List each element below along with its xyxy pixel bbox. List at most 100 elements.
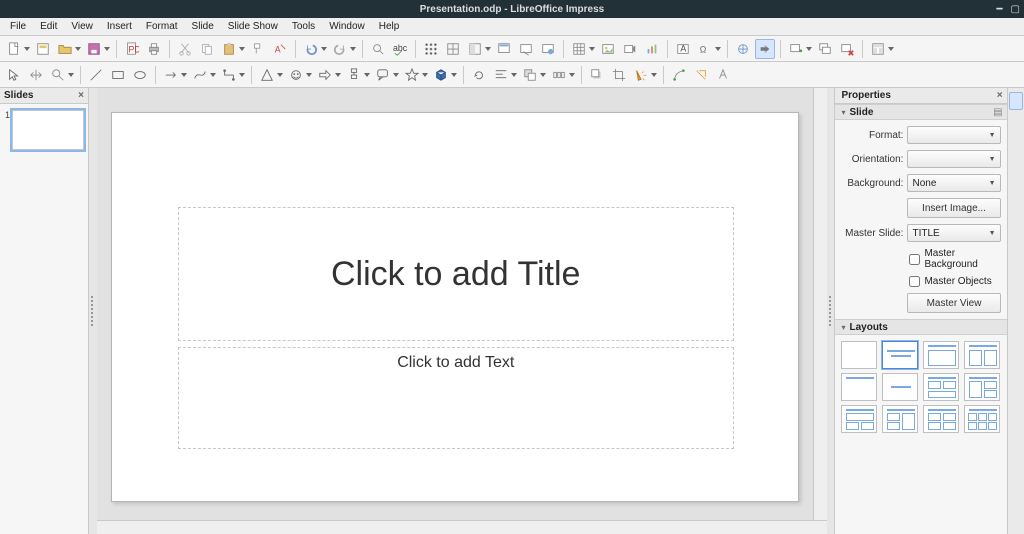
flowchart-dropdown[interactable] [363,65,371,85]
slides-panel-close-icon[interactable]: × [78,88,84,103]
save-dropdown[interactable] [103,39,111,59]
new-doc-dropdown[interactable] [23,39,31,59]
duplicate-slide-icon[interactable] [815,39,835,59]
shadow-icon[interactable] [587,65,607,85]
clone-format-icon[interactable] [248,39,268,59]
menu-slideshow[interactable]: Slide Show [222,20,284,33]
insert-table-dropdown[interactable] [588,39,596,59]
start-current-icon[interactable] [538,39,558,59]
zoom-dropdown[interactable] [67,65,75,85]
find-icon[interactable] [368,39,388,59]
undo-icon[interactable] [301,39,321,59]
copy-icon[interactable] [197,39,217,59]
new-doc-icon[interactable] [4,39,24,59]
curve-dropdown[interactable] [209,65,217,85]
horizontal-scrollbar[interactable] [97,520,827,534]
master-background-checkbox[interactable]: Master Background [841,248,1000,270]
export-pdf-icon[interactable]: PDF [122,39,142,59]
star-dropdown[interactable] [421,65,429,85]
arrowline-dropdown[interactable] [180,65,188,85]
slides-panel-resize-handle[interactable] [89,88,97,534]
section-layouts-header[interactable]: ▾ Layouts [835,319,1006,335]
curve-icon[interactable] [190,65,210,85]
display-views-dropdown[interactable] [484,39,492,59]
arrowline-icon[interactable] [161,65,181,85]
symbol-shapes-dropdown[interactable] [305,65,313,85]
insert-image-button[interactable]: Insert Image... [907,198,1000,218]
master-slide-select[interactable]: TITLE▼ [907,224,1000,242]
menu-edit[interactable]: Edit [34,20,63,33]
distribute-dropdown[interactable] [568,65,576,85]
slide-thumb-1[interactable]: 1 [4,110,84,150]
star-icon[interactable] [402,65,422,85]
slide[interactable]: Click to add Title Click to add Text [111,112,799,502]
arrange-dropdown[interactable] [539,65,547,85]
distribute-icon[interactable] [549,65,569,85]
start-first-icon[interactable] [516,39,536,59]
layout-6[interactable] [964,405,1000,433]
master-view-button[interactable]: Master View [907,293,1000,313]
slide-layout-dropdown[interactable] [887,39,895,59]
filter-dropdown[interactable] [650,65,658,85]
slide-layout-icon[interactable] [868,39,888,59]
menu-format[interactable]: Format [140,20,184,33]
ellipse-icon[interactable] [130,65,150,85]
line-icon[interactable] [86,65,106,85]
properties-close-icon[interactable]: × [997,90,1003,101]
extrusion-icon[interactable] [713,65,733,85]
layout-2-1[interactable] [882,405,918,433]
paste-icon[interactable] [219,39,239,59]
slides-thumbnails[interactable]: 1 [0,104,88,534]
delete-slide-icon[interactable] [837,39,857,59]
show-draw-icon[interactable] [691,65,711,85]
layout-blank[interactable] [841,341,877,369]
callout-icon[interactable] [373,65,393,85]
layout-title[interactable] [882,341,918,369]
align-dropdown[interactable] [510,65,518,85]
format-select[interactable]: ▼ [907,126,1000,144]
insert-hyperlink-icon[interactable] [733,39,753,59]
layout-4[interactable] [923,405,959,433]
arrange-icon[interactable] [520,65,540,85]
menu-slide[interactable]: Slide [186,20,220,33]
display-views-icon[interactable] [465,39,485,59]
insert-image-icon[interactable] [598,39,618,59]
connector-dropdown[interactable] [238,65,246,85]
clear-format-icon[interactable]: A [270,39,290,59]
3d-icon[interactable] [431,65,451,85]
block-arrows-icon[interactable] [315,65,335,85]
menu-tools[interactable]: Tools [286,20,321,33]
rotate-icon[interactable] [469,65,489,85]
menu-view[interactable]: View [65,20,99,33]
window-minimize-button[interactable]: ━ [997,4,1003,15]
layout-centered[interactable] [882,373,918,401]
menu-insert[interactable]: Insert [101,20,138,33]
connector-icon[interactable] [219,65,239,85]
paste-dropdown[interactable] [238,39,246,59]
menu-help[interactable]: Help [373,20,406,33]
flowchart-icon[interactable] [344,65,364,85]
section-more-icon[interactable]: ▤ [993,107,1002,118]
align-icon[interactable] [491,65,511,85]
insert-table-icon[interactable] [569,39,589,59]
insert-chart-icon[interactable] [642,39,662,59]
pan-icon[interactable] [26,65,46,85]
crop-icon[interactable] [609,65,629,85]
insert-textbox-icon[interactable]: A [673,39,693,59]
spellcheck-icon[interactable]: abc [390,39,410,59]
background-select[interactable]: None▼ [907,174,1000,192]
section-slide-header[interactable]: ▾ Slide ▤ [835,104,1006,120]
rect-icon[interactable] [108,65,128,85]
vertical-scrollbar[interactable] [813,88,827,520]
master-objects-checkbox[interactable]: Master Objects [841,276,1000,287]
display-grid-icon[interactable] [421,39,441,59]
gluepoint-icon[interactable] [669,65,689,85]
slide-canvas[interactable]: Click to add Title Click to add Text [97,88,813,520]
zoom-icon[interactable] [48,65,68,85]
basic-shapes-dropdown[interactable] [276,65,284,85]
select-icon[interactable] [4,65,24,85]
content-placeholder[interactable]: Click to add Text [178,347,734,449]
print-icon[interactable] [144,39,164,59]
templates-icon[interactable] [33,39,53,59]
open-dropdown[interactable] [74,39,82,59]
